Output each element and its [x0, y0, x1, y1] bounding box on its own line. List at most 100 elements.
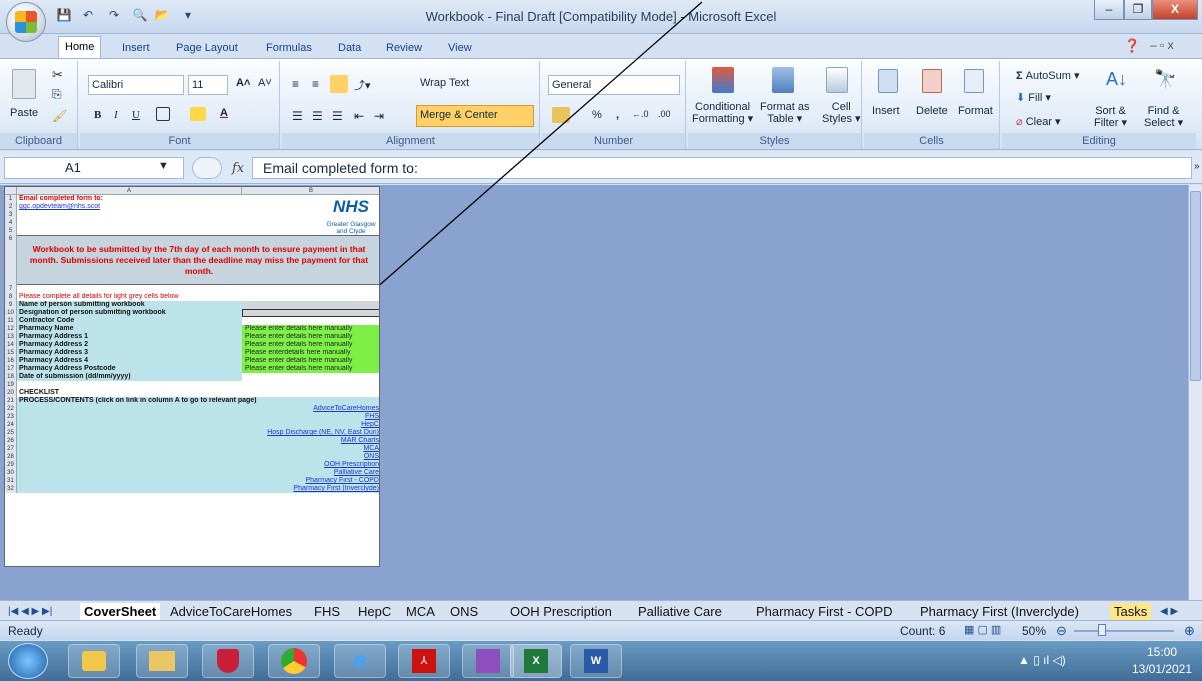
sheet-row: 11 Contractor Code	[5, 317, 379, 325]
field-label: Pharmacy Address 3	[17, 349, 242, 357]
sheet-row: 32 Pharmacy First (Inverclyde)	[5, 485, 379, 493]
sheet-row: 25 Hosp Discharge (NE, NV, East Dun)	[5, 429, 379, 437]
clock-time[interactable]: 15:00	[1132, 645, 1192, 659]
sheet-row: 18 Date of submission (dd/mm/yyyy)	[5, 373, 379, 381]
sheet-tab-scroll-icons[interactable]: ◀ ▶	[1156, 603, 1182, 620]
sheet-row: 13 Pharmacy Address 1 Please enter details…	[5, 333, 379, 341]
sheet-link[interactable]: OOH Prescription	[17, 461, 379, 469]
taskbar-ie-icon[interactable]: e	[334, 644, 386, 678]
sheet-row: 6 Workbook to be submitted by the 7th da…	[5, 235, 379, 285]
sheet-tab-ons[interactable]: ONS	[446, 603, 482, 620]
taskbar-publisher-icon[interactable]	[462, 644, 514, 678]
sheet-row: 23 FHS	[5, 413, 379, 421]
field-input[interactable]: Please enter details here manually	[242, 325, 379, 333]
sheet-row: 16 Pharmacy Address 4 Please enter details…	[5, 357, 379, 365]
office-logo-icon	[15, 11, 37, 33]
sheet-nav-icons[interactable]: |◀ ◀ ▶ ▶|	[4, 603, 56, 620]
sheet-link[interactable]: AdviceToCareHomes	[17, 405, 379, 413]
sheet-row: 17 Pharmacy Address Postcode Please enter …	[5, 365, 379, 373]
select-all-corner[interactable]	[5, 187, 17, 195]
field-input[interactable]	[242, 309, 379, 317]
start-button[interactable]	[8, 643, 48, 679]
taskbar-acrobat-icon[interactable]: ⅄	[398, 644, 450, 678]
taskbar-word-icon[interactable]: W	[570, 644, 622, 678]
sheet-tab-tasks[interactable]: Tasks	[1110, 603, 1152, 620]
nhs-logo: NHS	[333, 197, 369, 216]
field-input[interactable]: Please enterdetails here manually	[242, 349, 379, 357]
sheet-row: 15 Pharmacy Address 3 Please enterdetails …	[5, 349, 379, 357]
field-label: Pharmacy Address 1	[17, 333, 242, 341]
taskbar-explorer-icon[interactable]	[136, 644, 188, 678]
sheet-tab-palliative-care[interactable]: Palliative Care	[634, 603, 726, 620]
sheet-row: 29 OOH Prescription	[5, 461, 379, 469]
sheet-tab-fhs[interactable]: FHS	[310, 603, 344, 620]
field-input[interactable]	[242, 317, 379, 325]
tray-icons[interactable]: ▲ ▯ ıl ◁)	[1018, 653, 1066, 667]
sheet-row: 30 Palliative Care	[5, 469, 379, 477]
field-label: Name of person submitting workbook	[17, 301, 242, 309]
view-buttons-icon[interactable]: ▦ ▢ ▥	[964, 623, 1014, 638]
field-label: Pharmacy Address Postcode	[17, 365, 242, 373]
status-count: Count: 6	[900, 624, 946, 638]
zoom-level[interactable]: 50%	[1022, 624, 1046, 638]
windows-taskbar: e ⅄ X W ▲ ▯ ıl ◁) 15:00 13/01/2021	[0, 641, 1202, 681]
sheet-link[interactable]: FHS	[17, 413, 379, 421]
zoom-slider[interactable]	[1074, 630, 1174, 632]
field-label: Pharmacy Address 4	[17, 357, 242, 365]
sheet-tab-pharmacy-first-copd[interactable]: Pharmacy First - COPD	[752, 603, 897, 620]
worksheet: A B 1 Email completed form to: 2 ggc.opdev…	[4, 186, 380, 567]
field-label: Pharmacy Address 2	[17, 341, 242, 349]
checklist-heading: CHECKLIST	[19, 389, 60, 396]
taskbar-outlook-icon[interactable]	[68, 644, 120, 678]
taskbar-chrome-icon[interactable]	[268, 644, 320, 678]
field-input[interactable]: Please enter details here manually	[242, 357, 379, 365]
sheet-tab-coversheet[interactable]: CoverSheet	[80, 603, 161, 620]
sheet-row: 9 Name of person submitting workbook	[5, 301, 379, 309]
sheet-link[interactable]: MAR Charts	[17, 437, 379, 445]
sheet-row: 10 Designation of person submitting workb…	[5, 309, 379, 317]
field-label: Date of submission (dd/mm/yyyy)	[17, 373, 242, 381]
sheet-link[interactable]: Pharmacy First - COPD	[17, 477, 379, 485]
column-header-b[interactable]: B	[242, 187, 379, 195]
sheet-link[interactable]: Hosp Discharge (NE, NV, East Dun)	[17, 429, 379, 437]
nhs-logo-subtitle: Greater Glasgow and Clyde	[326, 221, 376, 235]
sheet-row: 7	[5, 285, 379, 293]
email-label-cell[interactable]: Email completed form to:	[17, 195, 242, 203]
field-label: Contractor Code	[17, 317, 242, 325]
sheet-row: 20 CHECKLIST	[5, 389, 379, 397]
field-input[interactable]: Please enter details here manually	[242, 333, 379, 341]
zoom-slider-thumb[interactable]	[1098, 624, 1106, 636]
sheet-row: 14 Pharmacy Address 2 Please enter details…	[5, 341, 379, 349]
sheet-row: 12 Pharmacy Name Please enter details here…	[5, 325, 379, 333]
status-bar: Ready Count: 6 ▦ ▢ ▥ 50% ⊖ ⊕	[0, 620, 1202, 640]
sheet-link[interactable]: ONS	[17, 453, 379, 461]
sheet-link[interactable]: MCA	[17, 445, 379, 453]
sheet-row: 31 Pharmacy First - COPD	[5, 477, 379, 485]
sheet-link[interactable]: HepC	[17, 421, 379, 429]
field-input[interactable]: Please enter details here manually	[242, 341, 379, 349]
sheet-row: 24 HepC	[5, 421, 379, 429]
sheet-row: 19	[5, 381, 379, 389]
zoom-out-icon[interactable]: ⊖	[1056, 623, 1067, 639]
field-input[interactable]: Please enter details here manually	[242, 365, 379, 373]
sheet-tab-hepc[interactable]: HepC	[354, 603, 395, 620]
sheet-row: 8 Please complete all details for light g…	[5, 293, 379, 301]
sheet-tab-ooh-prescription[interactable]: OOH Prescription	[506, 603, 616, 620]
email-address-link[interactable]: ggc.opdevteam@nhs.scot	[17, 203, 242, 211]
submission-notice: Workbook to be submitted by the 7th day …	[17, 235, 379, 285]
sheet-tab-mca[interactable]: MCA	[402, 603, 439, 620]
column-header-a[interactable]: A	[17, 187, 242, 195]
office-button[interactable]	[6, 2, 46, 42]
status-ready: Ready	[8, 624, 43, 638]
instruction-text: Please complete all details for light gr…	[19, 293, 179, 300]
sheet-tab-pharmacy-first-inverclyde[interactable]: Pharmacy First (Inverclyde)	[916, 603, 1083, 620]
sheet-link[interactable]: Pharmacy First (Inverclyde)	[17, 485, 379, 493]
taskbar-excel-icon[interactable]: X	[510, 644, 562, 678]
zoom-in-icon[interactable]: ⊕	[1184, 623, 1195, 639]
field-input[interactable]	[242, 373, 379, 381]
clock-date[interactable]: 13/01/2021	[1130, 662, 1194, 676]
sheet-tab-advicetocarehomes[interactable]: AdviceToCareHomes	[166, 603, 296, 620]
field-input[interactable]	[242, 301, 379, 309]
sheet-link[interactable]: Palliative Care	[17, 469, 379, 477]
taskbar-security-icon[interactable]	[202, 644, 254, 678]
